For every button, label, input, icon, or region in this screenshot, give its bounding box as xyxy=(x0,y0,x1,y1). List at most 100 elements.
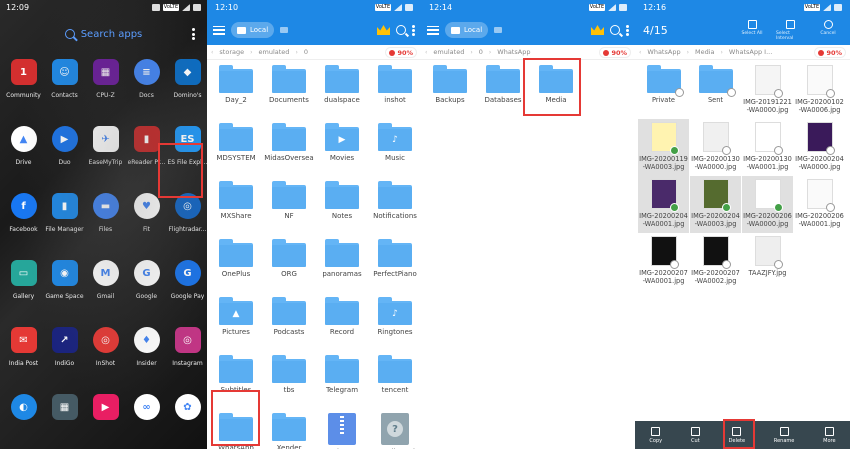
selection-checkbox[interactable] xyxy=(825,89,835,98)
more-button[interactable]: More xyxy=(823,426,836,444)
copy-button[interactable]: Copy xyxy=(649,426,662,444)
selection-checkbox[interactable] xyxy=(773,260,783,269)
menu-icon[interactable] xyxy=(427,25,439,35)
selection-checkbox[interactable] xyxy=(773,89,783,98)
folder-notes[interactable]: Notes xyxy=(316,178,368,236)
cut-button[interactable]: Cut xyxy=(690,426,700,444)
search-icon[interactable] xyxy=(610,25,620,35)
image-file[interactable]: IMG-20200207-WA0002.jpg xyxy=(690,233,741,290)
location-chip[interactable]: Local xyxy=(231,22,275,38)
image-file[interactable]: IMG-20200204-WA0000.jpg xyxy=(794,119,845,176)
overflow-menu-icon[interactable] xyxy=(626,24,629,36)
breadcrumb-item[interactable]: 0 xyxy=(298,48,314,56)
selection-checkbox[interactable] xyxy=(669,203,679,212)
search-apps-bar[interactable]: Search apps xyxy=(0,15,207,53)
folder-databases[interactable]: Databases xyxy=(477,62,529,120)
volte-icon: VoLTE xyxy=(375,4,391,11)
status-time: 12:14 xyxy=(429,3,453,12)
folder-dualspace[interactable]: dualspace xyxy=(316,62,368,120)
wallpaper xyxy=(0,0,207,449)
breadcrumb-item[interactable]: storage xyxy=(213,48,250,56)
folder-day-2[interactable]: Day_2 xyxy=(210,62,262,120)
location-chip[interactable]: Local xyxy=(445,22,489,38)
folder-notifications[interactable]: Notifications xyxy=(369,178,421,236)
file-manager-storage-panel: 12:10 VoLTE Local ‹ storage › emulated ›… xyxy=(207,0,421,449)
selection-checkbox[interactable] xyxy=(773,146,783,155)
image-file[interactable]: IMG-20200130-WA0000.jpg xyxy=(690,119,741,176)
select-all-button[interactable]: Select All xyxy=(738,19,766,41)
selection-checkbox[interactable] xyxy=(721,260,731,269)
folder-backups[interactable]: Backups xyxy=(424,62,476,120)
image-file[interactable]: IMG-20200130-WA0001.jpg xyxy=(742,119,793,176)
folder-documents[interactable]: Documents xyxy=(263,62,315,120)
folder-mdsystem[interactable]: MDSYSTEM xyxy=(210,120,262,178)
folder-panoramas[interactable]: panoramas xyxy=(316,236,368,294)
image-file[interactable]: IMG-20200102-WA0006.jpg xyxy=(794,62,845,119)
breadcrumb-item[interactable]: WhatsApp I... xyxy=(723,48,778,56)
storage-usage-badge[interactable]: 90% xyxy=(385,47,417,58)
folder-midasoversea[interactable]: MidasOversea xyxy=(263,120,315,178)
folder-podcasts[interactable]: Podcasts xyxy=(263,294,315,352)
folder-qtaudioengine[interactable]: ?QTAudioEngine xyxy=(369,410,421,449)
image-file[interactable]: IMG-20200119-WA0003.jpg xyxy=(638,119,689,176)
image-thumbnail xyxy=(702,179,731,212)
breadcrumb-item[interactable]: emulated xyxy=(253,48,296,56)
selection-checkbox[interactable] xyxy=(825,203,835,212)
selection-checkbox[interactable] xyxy=(721,203,731,212)
folder-nf[interactable]: NF xyxy=(263,178,315,236)
folder-movies[interactable]: ▶ Movies xyxy=(316,120,368,178)
breadcrumb-item[interactable]: WhatsApp xyxy=(491,48,536,56)
folder-oneplus[interactable]: OnePlus xyxy=(210,236,262,294)
breadcrumb-item[interactable]: WhatsApp xyxy=(641,48,686,56)
selection-checkbox[interactable] xyxy=(726,88,736,97)
cancel-button[interactable]: Cancel xyxy=(814,19,842,41)
folder-ringtones[interactable]: ♪ Ringtones xyxy=(369,294,421,352)
folder-mxshare[interactable]: MXShare xyxy=(210,178,262,236)
select-interval-button[interactable]: Select Interval xyxy=(776,19,804,41)
image-file[interactable]: IMG-20200204-WA0003.jpg xyxy=(690,176,741,233)
image-file[interactable]: IMG-20200204-WA0001.jpg xyxy=(638,176,689,233)
breadcrumb-item[interactable]: emulated xyxy=(427,48,470,56)
storage-usage-badge[interactable]: 90% xyxy=(599,47,631,58)
image-file[interactable]: IMG-20200206-WA0000.jpg xyxy=(742,176,793,233)
folder-inshot[interactable]: inshot xyxy=(369,62,421,120)
crown-icon[interactable] xyxy=(377,25,390,35)
folder-tencent[interactable]: tencent xyxy=(369,352,421,410)
image-file[interactable]: TAAZJFY.jpg xyxy=(742,233,793,290)
selection-checkbox[interactable] xyxy=(674,88,684,97)
folder-oneplus6toxygen-41-ota[interactable]: OnePlus6TOxygen_41_OTA xyxy=(316,410,368,449)
selection-checkbox[interactable] xyxy=(669,260,679,269)
selection-checkbox[interactable] xyxy=(721,146,731,155)
folder-record[interactable]: Record xyxy=(316,294,368,352)
folder-icon xyxy=(219,181,253,209)
menu-icon[interactable] xyxy=(213,25,225,35)
status-icons: VoLTE xyxy=(152,4,201,11)
selection-checkbox[interactable] xyxy=(669,146,679,155)
folder-sent[interactable]: Sent xyxy=(690,62,741,119)
overflow-menu-icon[interactable] xyxy=(412,24,415,36)
image-file[interactable]: IMG-20191221-WA0000.jpg xyxy=(742,62,793,119)
folder-perfectpiano[interactable]: PerfectPiano xyxy=(369,236,421,294)
folder-telegram[interactable]: Telegram xyxy=(316,352,368,410)
folder-xender[interactable]: Xender xyxy=(263,410,315,449)
overflow-menu-icon[interactable] xyxy=(192,28,195,40)
folder-icon[interactable] xyxy=(494,27,503,33)
select-interval-label: Select Interval xyxy=(776,30,794,41)
selection-checkbox[interactable] xyxy=(825,146,835,155)
folder-music[interactable]: ♪ Music xyxy=(369,120,421,178)
folder-org[interactable]: ORG xyxy=(263,236,315,294)
folder-tbs[interactable]: tbs xyxy=(263,352,315,410)
breadcrumb-item[interactable]: Media xyxy=(689,48,721,56)
storage-usage-badge[interactable]: 90% xyxy=(814,47,846,58)
search-icon[interactable] xyxy=(396,25,406,35)
rename-button[interactable]: Rename xyxy=(774,426,794,444)
file-name: Music xyxy=(385,154,405,162)
image-file[interactable]: IMG-20200206-WA0001.jpg xyxy=(794,176,845,233)
image-file[interactable]: IMG-20200207-WA0001.jpg xyxy=(638,233,689,290)
crown-icon[interactable] xyxy=(591,25,604,35)
folder-private[interactable]: Private xyxy=(638,62,689,119)
folder-pictures[interactable]: ▲ Pictures xyxy=(210,294,262,352)
selection-checkbox[interactable] xyxy=(773,203,783,212)
folder-icon[interactable] xyxy=(280,27,289,33)
breadcrumb-item[interactable]: 0 xyxy=(473,48,489,56)
